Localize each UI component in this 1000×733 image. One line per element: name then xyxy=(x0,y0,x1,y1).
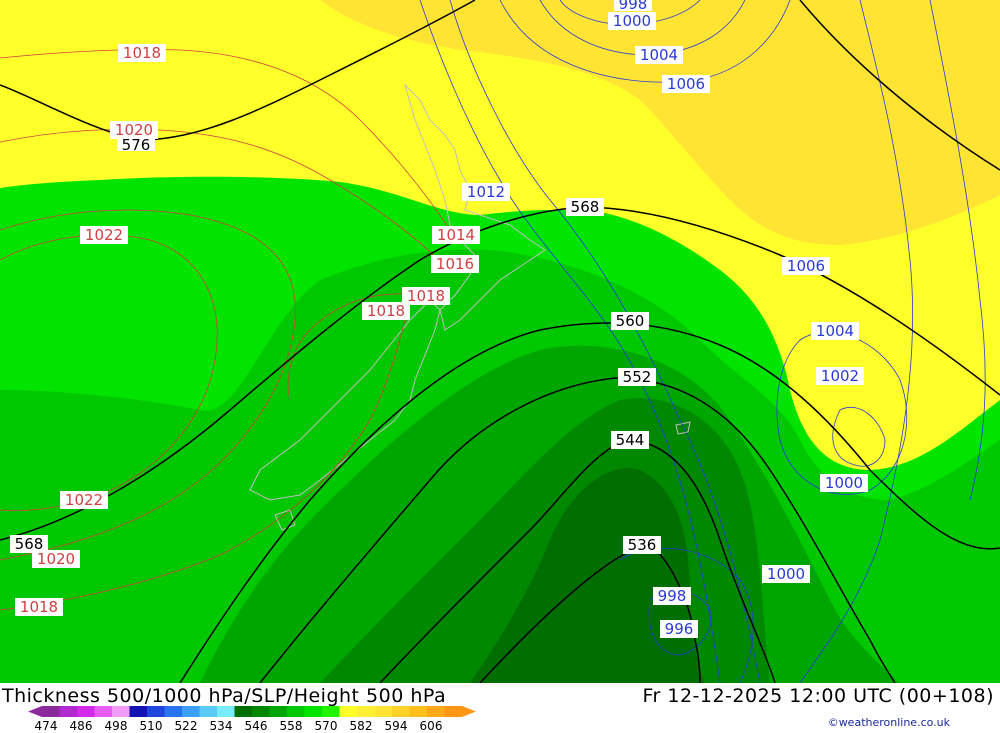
svg-text:1016: 1016 xyxy=(436,255,474,273)
legend-bar: 474 486 498 510 522 534 546 558 570 582 594 606 xyxy=(28,706,476,733)
svg-text:996: 996 xyxy=(665,620,694,638)
slp-label: 1014 xyxy=(432,226,480,244)
slp-label: 998 xyxy=(653,587,691,605)
legend-swatch xyxy=(427,706,445,717)
slp-label: 1018 xyxy=(118,44,166,62)
svg-text:1000: 1000 xyxy=(613,12,651,30)
slp-label: 1018 xyxy=(15,598,63,616)
svg-text:1000: 1000 xyxy=(767,565,805,583)
svg-text:560: 560 xyxy=(616,312,645,330)
legend-swatch xyxy=(77,706,95,717)
legend-tick-label: 522 xyxy=(175,719,198,733)
svg-text:568: 568 xyxy=(15,535,44,553)
svg-text:1018: 1018 xyxy=(20,598,58,616)
legend-swatch xyxy=(59,706,78,717)
legend-tick-label: 582 xyxy=(350,719,373,733)
legend-tick-label: 546 xyxy=(245,719,268,733)
svg-text:536: 536 xyxy=(628,536,657,554)
legend-arrow-right xyxy=(462,706,476,717)
legend-swatch xyxy=(409,706,428,717)
legend-swatch xyxy=(234,706,253,717)
legend-arrow-left xyxy=(28,706,42,717)
svg-text:1004: 1004 xyxy=(816,322,854,340)
svg-text:1006: 1006 xyxy=(787,257,825,275)
svg-text:1022: 1022 xyxy=(85,226,123,244)
valid-time: Fr 12-12-2025 12:00 UTC (00+108) xyxy=(642,685,994,707)
slp-label: 1006 xyxy=(662,75,710,93)
svg-text:1006: 1006 xyxy=(667,75,705,93)
slp-label: 1016 xyxy=(431,255,479,273)
legend-swatch xyxy=(217,706,235,717)
svg-text:1018: 1018 xyxy=(367,302,405,320)
legend-tick-label: 486 xyxy=(70,719,93,733)
slp-label: 1002 xyxy=(816,367,864,385)
legend-swatch xyxy=(392,706,410,717)
slp-label: 996 xyxy=(660,620,698,638)
svg-text:1018: 1018 xyxy=(407,287,445,305)
svg-text:1018: 1018 xyxy=(123,44,161,62)
map-canvas: 1018 1020 1022 1014 1016 1018 1018 1022 … xyxy=(0,0,1000,683)
credit-link[interactable]: ©weatheronline.co.uk xyxy=(828,716,950,729)
legend-swatch xyxy=(287,706,305,717)
slp-label: 1004 xyxy=(635,46,683,64)
legend-tick-label: 474 xyxy=(35,719,58,733)
height-label: 576 xyxy=(117,136,155,154)
slp-label: 1000 xyxy=(820,474,868,492)
legend-tick-label: 570 xyxy=(315,719,338,733)
legend-swatch xyxy=(112,706,130,717)
svg-text:576: 576 xyxy=(122,136,151,154)
height-label: 560 xyxy=(611,312,649,330)
slp-label: 1000 xyxy=(608,12,656,30)
svg-text:552: 552 xyxy=(623,368,652,386)
height-label: 536 xyxy=(623,536,661,554)
svg-text:998: 998 xyxy=(658,587,687,605)
slp-label: 1006 xyxy=(782,257,830,275)
svg-text:1000: 1000 xyxy=(825,474,863,492)
slp-label: 1000 xyxy=(762,565,810,583)
legend-swatch xyxy=(199,706,218,717)
legend-swatch xyxy=(94,706,113,717)
svg-text:568: 568 xyxy=(571,198,600,216)
legend-swatch xyxy=(374,706,393,717)
legend-swatch xyxy=(164,706,183,717)
legend-swatch xyxy=(129,706,148,717)
svg-text:1014: 1014 xyxy=(437,226,475,244)
legend-swatch xyxy=(42,706,60,717)
slp-label: 1018 xyxy=(362,302,410,320)
weather-map: 1018 1020 1022 1014 1016 1018 1018 1022 … xyxy=(0,0,1000,683)
height-label: 552 xyxy=(618,368,656,386)
legend-tick-label: 606 xyxy=(420,719,443,733)
legend-tick-label: 594 xyxy=(385,719,408,733)
slp-label: 1022 xyxy=(60,491,108,509)
svg-text:1022: 1022 xyxy=(65,491,103,509)
legend-swatches xyxy=(28,706,476,717)
legend-tick-label: 498 xyxy=(105,719,128,733)
legend-swatch xyxy=(304,706,323,717)
color-legend: 474 486 498 510 522 534 546 558 570 582 594 606 xyxy=(0,703,520,733)
svg-text:544: 544 xyxy=(616,431,645,449)
legend-swatch xyxy=(252,706,270,717)
svg-text:1004: 1004 xyxy=(640,46,678,64)
legend-swatch xyxy=(357,706,375,717)
svg-text:1012: 1012 xyxy=(467,183,505,201)
legend-swatch xyxy=(182,706,200,717)
legend-swatch xyxy=(322,706,340,717)
legend-tick-label: 534 xyxy=(210,719,233,733)
legend-swatch xyxy=(147,706,165,717)
legend-swatch xyxy=(269,706,288,717)
legend-swatch xyxy=(444,706,463,717)
slp-label: 1012 xyxy=(462,183,510,201)
height-label: 568 xyxy=(10,535,48,553)
legend-ticks: 474 486 498 510 522 534 546 558 570 582 594 606 xyxy=(35,719,443,733)
legend-tick-label: 510 xyxy=(140,719,163,733)
slp-label: 1022 xyxy=(80,226,128,244)
height-label: 544 xyxy=(611,431,649,449)
slp-label: 1004 xyxy=(811,322,859,340)
map-footer: Thickness 500/1000 hPa/SLP/Height 500 hP… xyxy=(0,683,1000,733)
legend-tick-label: 558 xyxy=(280,719,303,733)
legend-swatch xyxy=(339,706,358,717)
height-label: 568 xyxy=(566,198,604,216)
svg-text:1002: 1002 xyxy=(821,367,859,385)
